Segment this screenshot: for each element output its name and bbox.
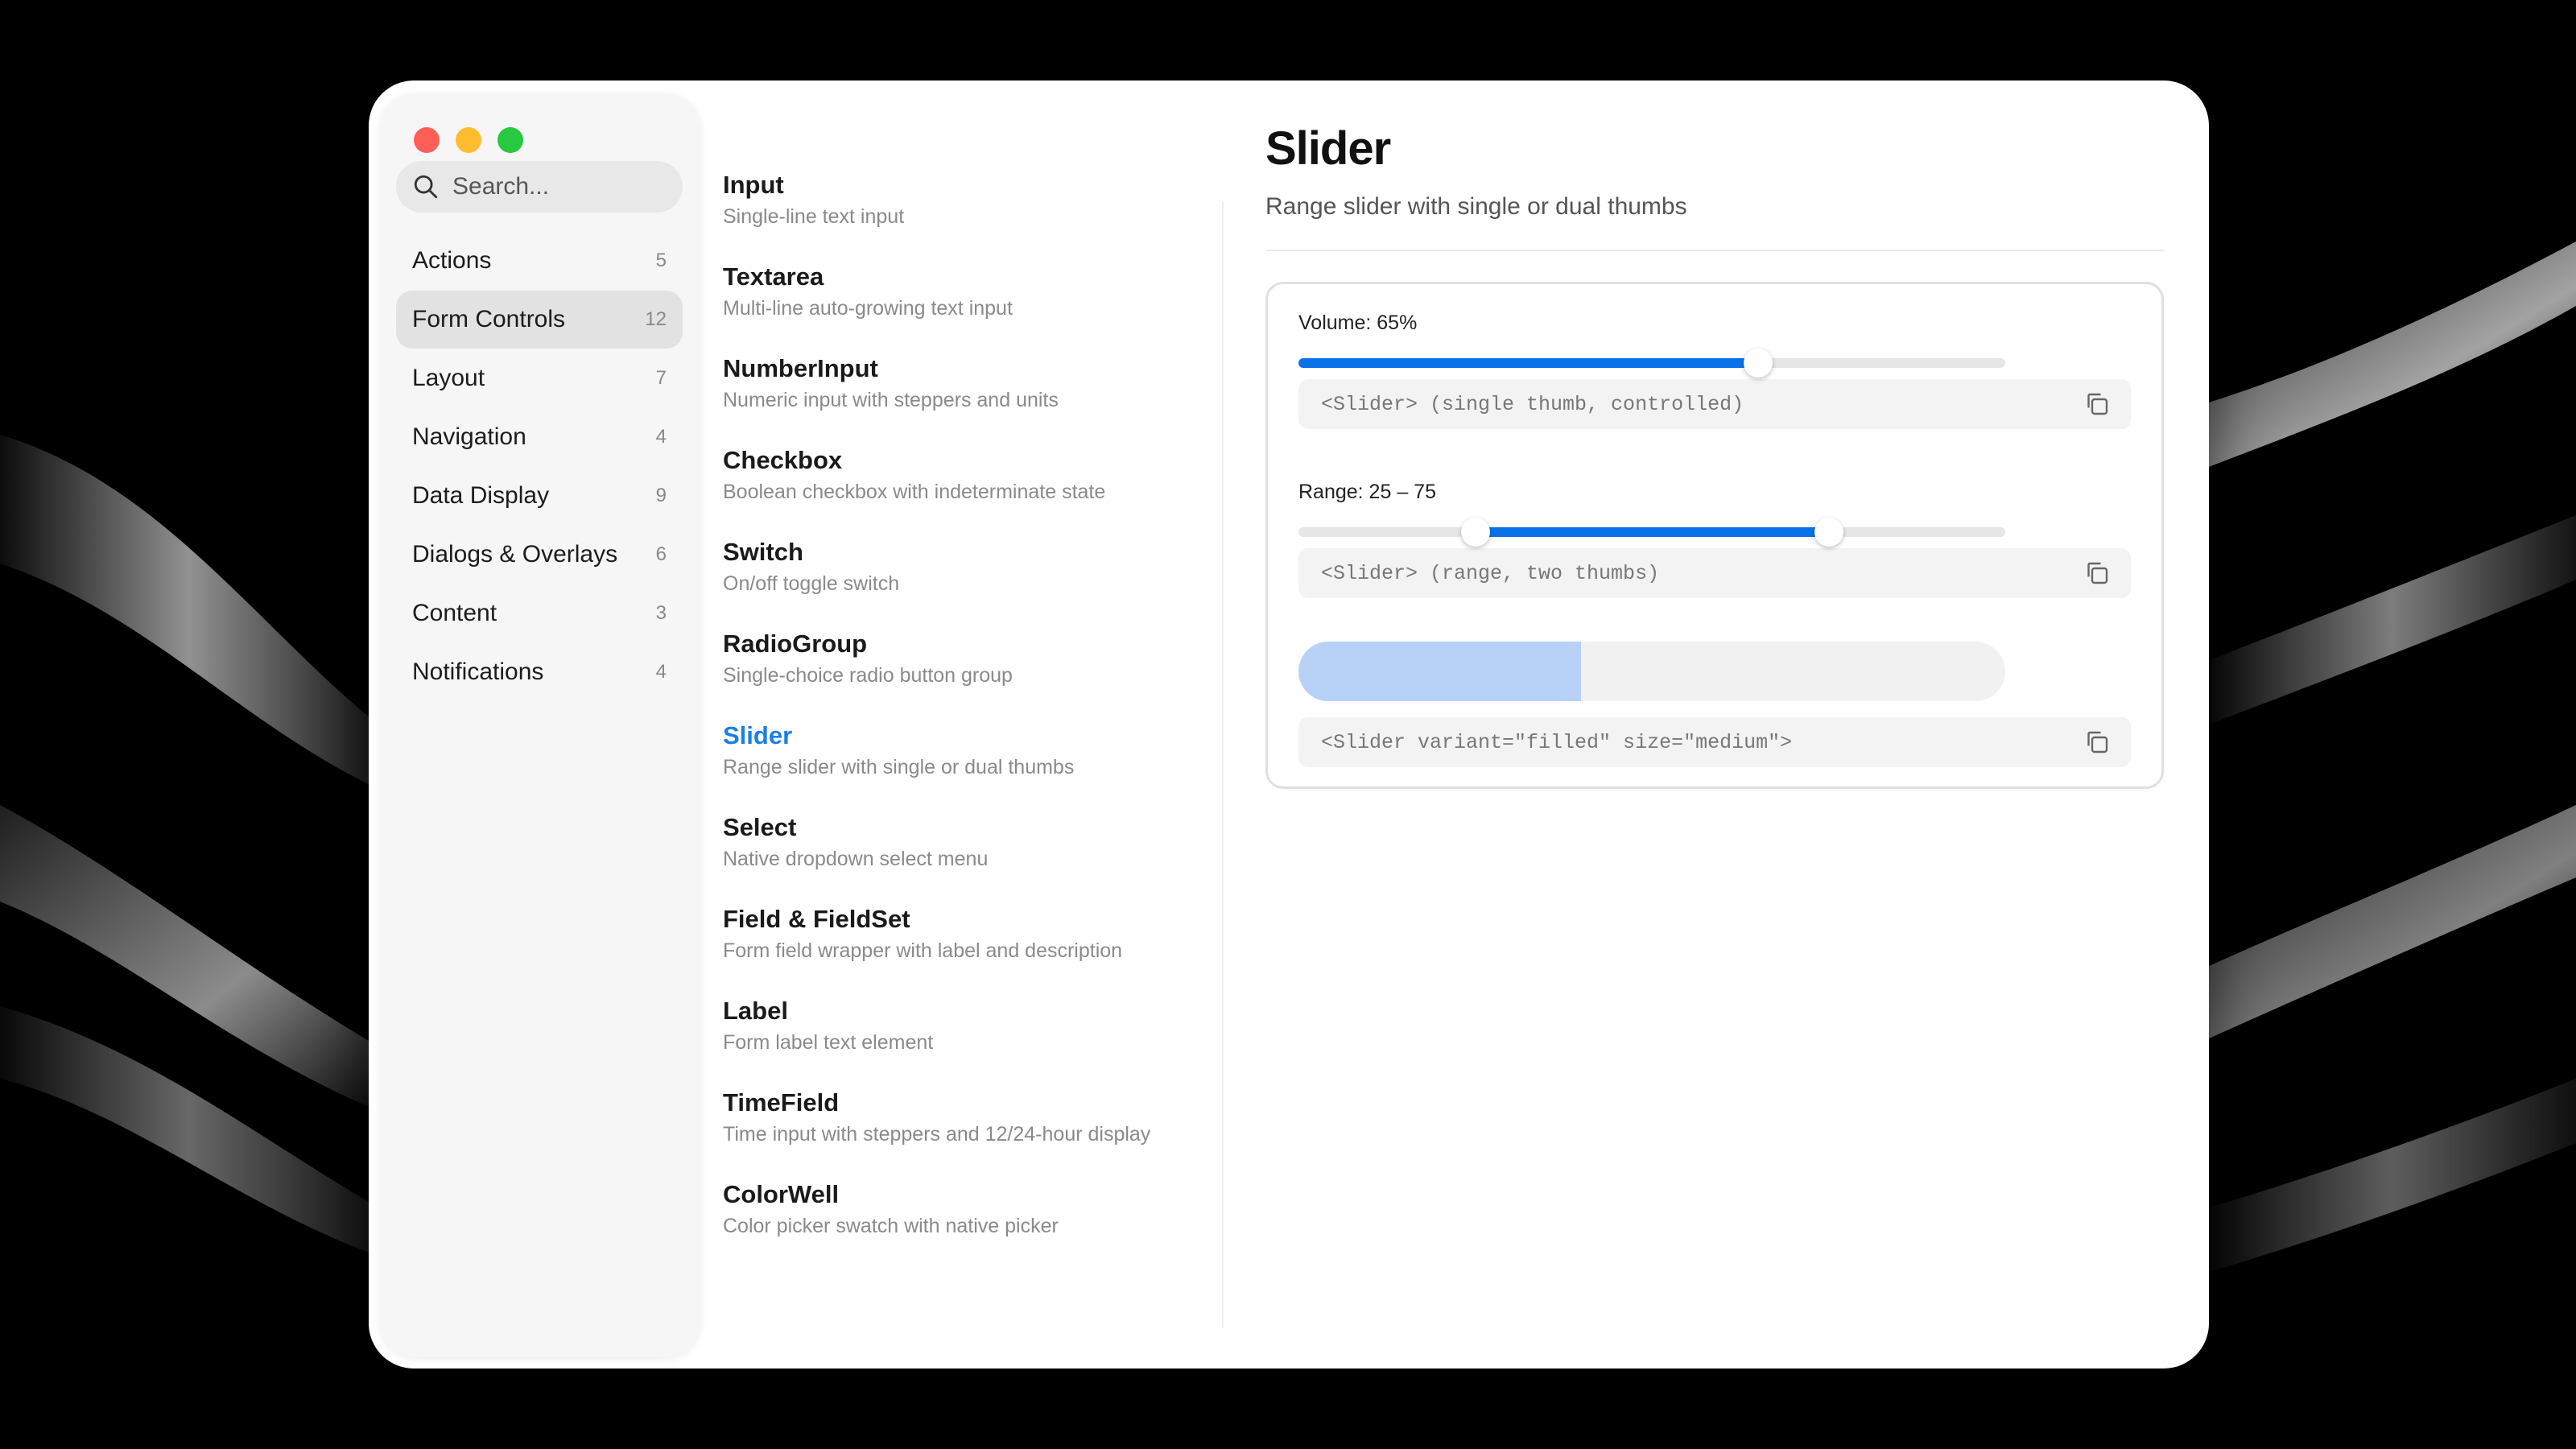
code-text: <Slider> (range, two thumbs) [1321, 561, 1660, 585]
search-icon [414, 175, 438, 199]
sidebar-item-label: Dialogs & Overlays [412, 541, 618, 568]
component-description: On/off toggle switch [723, 572, 900, 595]
sidebar-item-notifications[interactable]: Notifications 4 [396, 643, 683, 701]
component-title: Select [723, 813, 797, 841]
sidebar-item-label: Data Display [412, 482, 550, 509]
copy-icon[interactable] [2083, 559, 2112, 588]
component-description: Native dropdown select menu [723, 848, 989, 870]
sidebar-item-count: 6 [655, 543, 667, 565]
component-title: Label [723, 997, 788, 1025]
close-window-button[interactable] [414, 127, 440, 153]
category-list: Actions 5 Form Controls 12 Layout 7 Navigation… [396, 232, 683, 702]
sidebar-item-label: Actions [412, 247, 492, 274]
component-title: NumberInput [723, 354, 878, 382]
sidebar-item-layout[interactable]: Layout 7 [396, 349, 683, 407]
component-description: Range slider with single or dual thumbs [723, 756, 1075, 778]
demo-card: Volume: 65% <Slider> (single thumb, cont… [1265, 282, 2164, 789]
sidebar-item-label: Content [412, 600, 497, 626]
component-item-colorwell[interactable]: ColorWell Color picker swatch with native… [723, 1179, 1238, 1270]
component-description: Multi-line auto-growing text input [723, 297, 1013, 320]
volume-slider-label: Volume: 65% [1298, 312, 1418, 334]
component-item-select[interactable]: Select Native dropdown select menu [723, 811, 1238, 903]
component-item-timefield[interactable]: TimeField Time input with steppers and 12… [723, 1087, 1238, 1179]
code-text: <Slider> (single thumb, controlled) [1321, 392, 1744, 416]
range-slider-high-thumb[interactable] [1814, 518, 1843, 547]
component-description: Time input with steppers and 12/24-hour … [723, 1123, 1151, 1146]
component-title: ColorWell [723, 1180, 840, 1208]
copy-icon[interactable] [2083, 728, 2112, 757]
component-description: Numeric input with steppers and units [723, 389, 1059, 411]
component-item-switch[interactable]: Switch On/off toggle switch [723, 536, 1238, 628]
zoom-window-button[interactable] [497, 127, 523, 153]
component-item-numberinput[interactable]: NumberInput Numeric input with steppers a… [723, 353, 1238, 444]
window-controls [414, 127, 523, 153]
component-description: Form label text element [723, 1031, 934, 1054]
volume-slider[interactable] [1298, 349, 2005, 378]
sidebar: Actions 5 Form Controls 12 Layout 7 Navigation… [380, 93, 700, 1357]
filled-slider-fill [1298, 642, 1582, 701]
app-window: Actions 5 Form Controls 12 Layout 7 Navigation… [369, 80, 2209, 1368]
sidebar-item-label: Layout [412, 365, 485, 391]
sidebar-item-count: 4 [655, 426, 667, 448]
component-item-slider[interactable]: Slider Range slider with single or dual t… [723, 720, 1238, 811]
filled-slider[interactable] [1298, 642, 2005, 701]
sidebar-item-count: 4 [655, 661, 667, 683]
sidebar-item-count: 7 [655, 367, 667, 389]
component-description: Single-line text input [723, 205, 905, 228]
component-description: Form field wrapper with label and descri… [723, 939, 1123, 962]
range-slider-fill [1475, 527, 1829, 537]
copy-icon[interactable] [2083, 390, 2112, 419]
component-item-checkbox[interactable]: Checkbox Boolean checkbox with indetermin… [723, 444, 1238, 536]
component-item-textarea[interactable]: Textarea Multi-line auto-growing text inp… [723, 261, 1238, 353]
range-slider-low-thumb[interactable] [1460, 518, 1490, 547]
code-snippet-range: <Slider> (range, two thumbs) [1298, 548, 2131, 598]
range-slider[interactable] [1298, 518, 2005, 547]
sidebar-item-count: 5 [655, 250, 667, 271]
code-snippet-filled: <Slider variant="filled" size="medium"> [1298, 717, 2131, 767]
page-subtitle: Range slider with single or dual thumbs [1265, 193, 1687, 220]
component-item-input[interactable]: Input Single-line text input [723, 169, 1238, 261]
search-input[interactable] [452, 173, 678, 200]
page-title: Slider [1265, 122, 1391, 175]
code-snippet-volume: <Slider> (single thumb, controlled) [1298, 379, 2131, 429]
component-description: Color picker swatch with native picker [723, 1215, 1059, 1237]
sidebar-item-form-controls[interactable]: Form Controls 12 [396, 291, 683, 349]
component-item-field-fieldset[interactable]: Field & FieldSet Form field wrapper with … [723, 903, 1238, 995]
sidebar-item-navigation[interactable]: Navigation 4 [396, 408, 683, 466]
component-list: Input Single-line text input Textarea Multi… [723, 169, 1238, 1270]
search-box[interactable] [396, 161, 683, 213]
sidebar-item-actions[interactable]: Actions 5 [396, 232, 683, 290]
sidebar-item-label: Form Controls [412, 306, 566, 332]
code-text: <Slider variant="filled" size="medium"> [1321, 730, 1793, 754]
component-item-radiogroup[interactable]: RadioGroup Single-choice radio button gro… [723, 628, 1238, 720]
component-title: Checkbox [723, 446, 843, 474]
sidebar-item-content[interactable]: Content 3 [396, 584, 683, 642]
component-title: Switch [723, 538, 803, 566]
sidebar-item-count: 9 [655, 485, 667, 506]
component-title: Slider [723, 721, 793, 749]
component-title: Field & FieldSet [723, 905, 910, 933]
sidebar-item-count: 12 [645, 308, 667, 330]
volume-slider-thumb[interactable] [1743, 349, 1773, 378]
detail-pane: Slider Range slider with single or dual … [1265, 113, 2164, 789]
sidebar-item-label: Notifications [412, 658, 544, 685]
component-title: TimeField [723, 1088, 840, 1117]
component-description: Single-choice radio button group [723, 664, 1013, 687]
volume-slider-fill [1298, 358, 1758, 368]
minimize-window-button[interactable] [456, 127, 481, 153]
header-divider [1265, 250, 2164, 251]
sidebar-item-data-display[interactable]: Data Display 9 [396, 467, 683, 525]
component-title: Input [723, 171, 784, 199]
component-description: Boolean checkbox with indeterminate stat… [723, 481, 1106, 503]
sidebar-item-count: 3 [655, 602, 667, 624]
component-title: Textarea [723, 262, 824, 291]
sidebar-item-dialogs-overlays[interactable]: Dialogs & Overlays 6 [396, 526, 683, 584]
component-item-label[interactable]: Label Form label text element [723, 995, 1238, 1087]
sidebar-item-label: Navigation [412, 423, 526, 450]
pane-divider [1222, 201, 1224, 1328]
component-title: RadioGroup [723, 630, 868, 658]
range-slider-label: Range: 25 – 75 [1298, 481, 1436, 503]
